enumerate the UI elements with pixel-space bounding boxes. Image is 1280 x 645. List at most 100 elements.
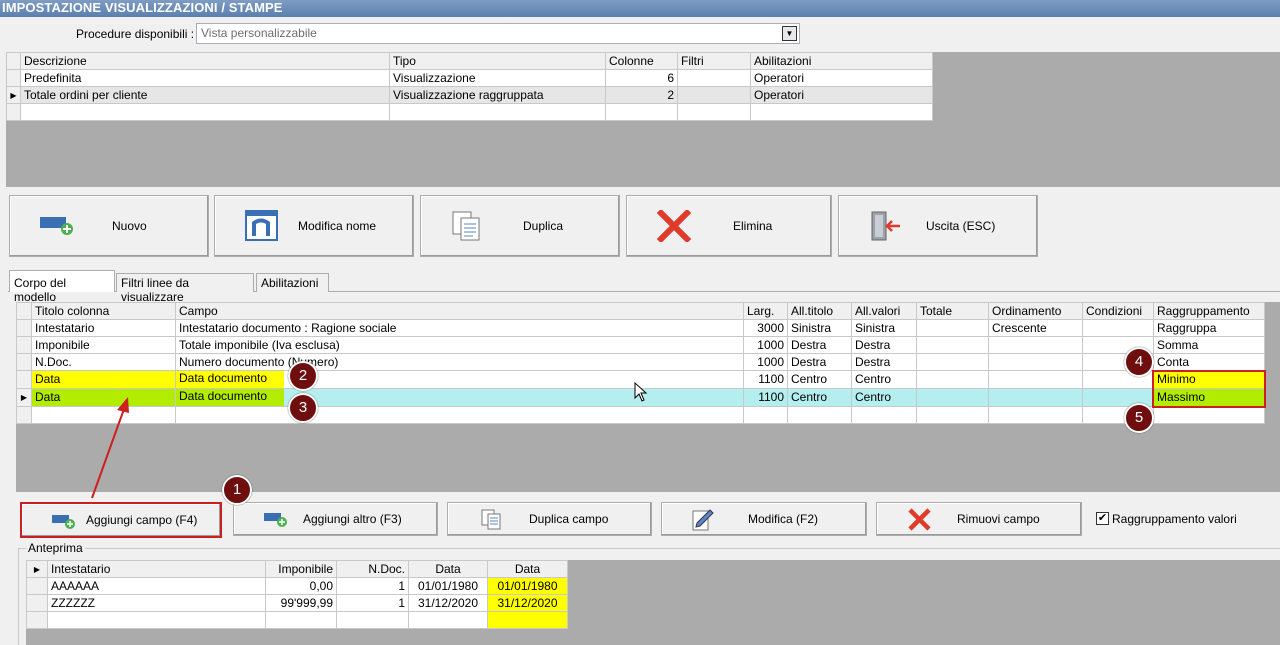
table-row[interactable]: AAAAAA 0,00 1 01/01/1980 01/01/1980 [26,577,568,595]
cell[interactable]: Intestatario [31,319,176,337]
col-header-all-titolo[interactable]: All.titolo [787,302,852,320]
row-selector[interactable] [26,611,48,629]
procedure-select[interactable]: Vista personalizzabile ▼ [196,23,800,44]
cell[interactable]: ZZZZZZ [47,594,266,612]
cell[interactable]: Data documento [175,370,744,389]
col-header-descrizione[interactable]: Descrizione [20,52,390,70]
cell[interactable]: Operatori [750,69,933,87]
modifica-button[interactable]: Modifica (F2) [661,502,867,536]
row-selector[interactable] [26,577,48,595]
cell[interactable]: Sinistra [787,319,852,337]
row-selector[interactable] [16,370,32,389]
row-selector[interactable] [26,594,48,612]
tab-abilitazioni[interactable]: Abilitazioni [256,273,329,292]
cell[interactable] [988,336,1083,354]
cell[interactable] [787,406,852,424]
cell[interactable]: 0,00 [265,577,337,595]
cell[interactable] [677,86,751,104]
cell[interactable] [916,388,989,407]
cell[interactable]: Intestatario documento : Ragione sociale [175,319,744,337]
cell[interactable] [750,103,933,121]
nuovo-button[interactable]: Nuovo [9,195,209,257]
cell[interactable]: Visualizzazione raggruppata [389,86,606,104]
col-header-all-valori[interactable]: All.valori [851,302,917,320]
cell[interactable] [605,103,678,121]
cell[interactable]: N.Doc. [31,353,176,371]
row-selector[interactable] [16,319,32,337]
table-row-new[interactable] [26,611,568,629]
raggruppamento-valori-checkbox[interactable]: ✔ [1096,512,1109,525]
cell[interactable] [916,336,989,354]
cell[interactable]: Predefinita [20,69,390,87]
cell[interactable]: Numero documento (Numero) [175,353,744,371]
col-header-larg[interactable]: Larg. [743,302,788,320]
row-selector[interactable] [6,103,21,121]
cell[interactable]: Somma [1153,336,1265,354]
cell[interactable] [988,370,1083,389]
cell[interactable]: 1 [336,594,409,612]
cell[interactable] [851,406,917,424]
cell[interactable] [1082,319,1154,337]
cell[interactable]: 1 [336,577,409,595]
cell[interactable]: Destra [851,353,917,371]
rimuovi-campo-button[interactable]: Rimuovi campo [876,502,1082,536]
cell[interactable] [916,406,989,424]
cell[interactable]: 01/01/1980 [487,577,568,595]
row-selector[interactable] [16,406,32,424]
cell[interactable]: 1000 [743,336,788,354]
cell[interactable]: Centro [787,388,852,407]
uscita-button[interactable]: Uscita (ESC) [838,195,1038,257]
cell[interactable]: Crescente [988,319,1083,337]
cell[interactable] [677,103,751,121]
cell[interactable]: 1100 [743,388,788,407]
cell[interactable] [916,353,989,371]
cell[interactable]: Conta [1153,353,1265,371]
elimina-button[interactable]: Elimina [626,195,832,257]
col-header-titolo-colonna[interactable]: Titolo colonna [31,302,176,320]
current-row-icon[interactable]: ▶ [16,388,32,407]
col-header-colonne[interactable]: Colonne [605,52,678,70]
col-header-ordinamento[interactable]: Ordinamento [988,302,1083,320]
col-header-abilitazioni[interactable]: Abilitazioni [750,52,933,70]
cell[interactable] [988,353,1083,371]
table-row[interactable]: Predefinita Visualizzazione 6 Operatori [6,69,933,87]
current-row-icon[interactable]: ▶ [6,86,21,104]
cell[interactable] [743,406,788,424]
cell[interactable]: Totale imponibile (Iva esclusa) [175,336,744,354]
cell[interactable] [47,611,266,629]
table-row-new[interactable] [16,406,1265,424]
cell[interactable] [1153,406,1265,424]
cell[interactable] [336,611,409,629]
cell[interactable]: Data [31,370,176,389]
cell[interactable]: Destra [787,353,852,371]
tab-filtri-linee[interactable]: Filtri linee da visualizzare [116,273,254,304]
cell[interactable]: 2 [605,86,678,104]
col-header-data[interactable]: Data [408,560,488,578]
cell[interactable]: Raggruppa [1153,319,1265,337]
tab-corpo-del-modello[interactable]: Corpo del modello [9,270,115,304]
col-header-data-2[interactable]: Data [487,560,568,578]
col-header-totale[interactable]: Totale [916,302,989,320]
cell[interactable] [677,69,751,87]
cell[interactable]: Destra [851,336,917,354]
col-header-tipo[interactable]: Tipo [389,52,606,70]
cell[interactable]: Data documento [175,388,744,407]
cell[interactable]: Visualizzazione [389,69,606,87]
cell[interactable]: 1000 [743,353,788,371]
cell[interactable]: 01/01/1980 [408,577,488,595]
col-header-campo[interactable]: Campo [175,302,744,320]
cell[interactable] [20,103,390,121]
cell[interactable] [916,319,989,337]
cell[interactable] [389,103,606,121]
row-selector[interactable] [6,69,21,87]
col-header-imponibile[interactable]: Imponibile [265,560,337,578]
duplica-campo-button[interactable]: Duplica campo [447,502,652,536]
cell[interactable] [988,388,1083,407]
duplica-button[interactable]: Duplica [420,195,620,257]
cell[interactable]: Operatori [750,86,933,104]
table-row[interactable]: Imponibile Totale imponibile (Iva esclus… [16,336,1265,354]
col-header-raggruppamento[interactable]: Raggruppamento [1153,302,1265,320]
cell[interactable]: Centro [787,370,852,389]
cell[interactable]: 31/12/2020 [487,594,568,612]
col-header-condizioni[interactable]: Condizioni [1082,302,1154,320]
